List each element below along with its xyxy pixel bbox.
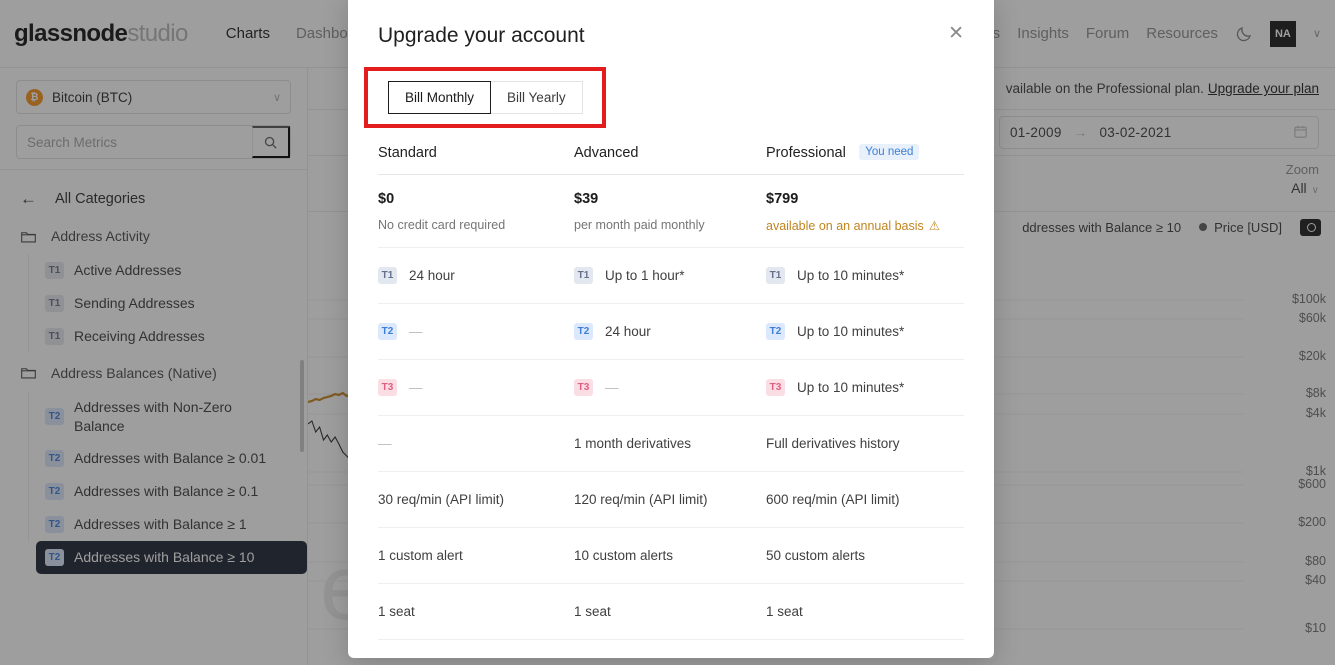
close-icon[interactable]: ✕	[948, 24, 964, 43]
tier-text: —	[605, 380, 619, 395]
price-amount: $39	[574, 191, 599, 207]
bill-monthly-button[interactable]: Bill Monthly	[388, 81, 492, 114]
price-amount: $799	[766, 191, 799, 207]
feature-cell: 600 req/min (API limit)	[766, 492, 900, 507]
price-subtext: available on an annual basis	[766, 219, 924, 233]
modal-title: Upgrade your account	[378, 24, 585, 47]
tier-text: Up to 1 hour*	[605, 268, 685, 283]
tier-cell: T1 Up to 1 hour*	[574, 267, 766, 284]
feature-cell: 1 seat	[574, 604, 611, 619]
app-root: glassnodestudio Charts Dashboards deos I…	[0, 0, 1335, 665]
tier-badge: T2	[766, 323, 785, 340]
tier-badge: T1	[378, 267, 397, 284]
plan-column-professional: Professional You need	[766, 143, 962, 162]
modal-header: Upgrade your account ✕	[348, 0, 994, 48]
tier-cell: T3 Up to 10 minutes*	[766, 379, 962, 396]
tier-cell: T3 —	[574, 379, 766, 396]
tier-badge: T3	[766, 379, 785, 396]
feature-row-seats: 1 seat 1 seat 1 seat	[378, 584, 964, 640]
price-cell-standard: $0 No credit card required	[378, 191, 574, 232]
tier-badge: T3	[574, 379, 593, 396]
price-amount: $0	[378, 191, 395, 207]
tier-cell: T1 Up to 10 minutes*	[766, 267, 962, 284]
plan-name: Advanced	[574, 144, 639, 161]
tier-text: Up to 10 minutes*	[797, 380, 905, 395]
feature-cell: —	[378, 436, 392, 451]
tier-cell: T2 —	[378, 323, 574, 340]
feature-cell: 1 seat	[766, 604, 803, 619]
plan-comparison-table: Standard Advanced Professional You need …	[348, 131, 994, 640]
price-subtext-wrapper: available on an annual basis ⚠	[766, 218, 962, 233]
feature-row-alerts: 1 custom alert 10 custom alerts 50 custo…	[378, 528, 964, 584]
status-badge: You need	[859, 143, 920, 160]
feature-cell: 1 seat	[378, 604, 415, 619]
tier-cell: T1 24 hour	[378, 267, 574, 284]
price-subtext: per month paid monthly	[574, 218, 705, 232]
price-cell-professional: $799 available on an annual basis ⚠	[766, 191, 962, 233]
tier-row-t3: T3 — T3 — T3 Up to 10 minutes*	[378, 360, 964, 416]
tier-badge: T3	[378, 379, 397, 396]
plan-column-advanced: Advanced	[574, 144, 766, 162]
price-subtext: No credit card required	[378, 218, 506, 232]
tier-cell: T3 —	[378, 379, 574, 396]
tier-badge: T1	[766, 267, 785, 284]
plan-header-row: Standard Advanced Professional You need	[378, 131, 964, 175]
price-cell-advanced: $39 per month paid monthly	[574, 191, 766, 232]
plan-name: Professional	[766, 144, 846, 161]
feature-cell: 50 custom alerts	[766, 548, 866, 563]
feature-row-api-limit: 30 req/min (API limit) 120 req/min (API …	[378, 472, 964, 528]
feature-cell: 1 month derivatives	[574, 436, 692, 451]
tier-text: Up to 10 minutes*	[797, 324, 905, 339]
tier-text: 24 hour	[605, 324, 651, 339]
tier-row-t2: T2 — T2 24 hour T2 Up to 10 minutes*	[378, 304, 964, 360]
bill-yearly-button[interactable]: Bill Yearly	[491, 81, 583, 114]
tier-badge: T1	[574, 267, 593, 284]
tier-cell: T2 Up to 10 minutes*	[766, 323, 962, 340]
tier-text: Up to 10 minutes*	[797, 268, 905, 283]
tier-row-t1: T1 24 hour T1 Up to 1 hour* T1 Up to 10 …	[378, 248, 964, 304]
feature-cell: 120 req/min (API limit)	[574, 492, 708, 507]
feature-cell: 30 req/min (API limit)	[378, 492, 505, 507]
tier-badge: T2	[378, 323, 397, 340]
plan-column-standard: Standard	[378, 144, 574, 162]
tier-text: —	[409, 380, 423, 395]
feature-row-derivatives: — 1 month derivatives Full derivatives h…	[378, 416, 964, 472]
feature-cell: Full derivatives history	[766, 436, 900, 451]
tier-badge: T2	[574, 323, 593, 340]
billing-toggle: Bill Monthly Bill Yearly	[388, 81, 583, 114]
tier-cell: T2 24 hour	[574, 323, 766, 340]
tier-text: —	[409, 324, 423, 339]
feature-cell: 1 custom alert	[378, 548, 463, 563]
plan-name: Standard	[378, 144, 437, 161]
tier-text: 24 hour	[409, 268, 455, 283]
plan-price-row: $0 No credit card required $39 per month…	[378, 175, 964, 248]
feature-cell: 10 custom alerts	[574, 548, 674, 563]
warning-icon: ⚠	[928, 219, 940, 233]
upgrade-account-modal: Upgrade your account ✕ Bill Monthly Bill…	[348, 0, 994, 658]
